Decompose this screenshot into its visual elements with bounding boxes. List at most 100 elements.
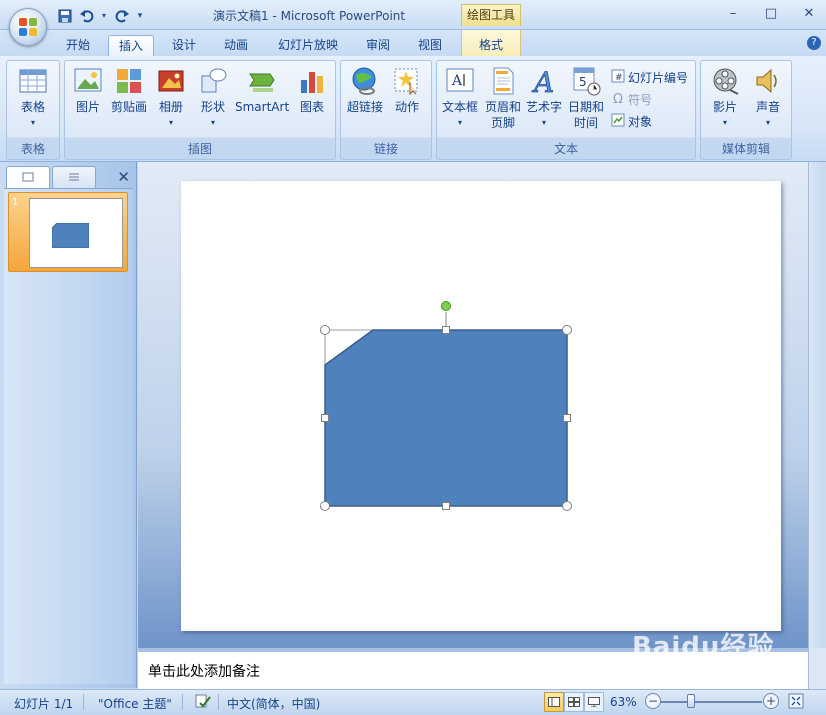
object-label: 对象	[628, 114, 653, 129]
shapes-button[interactable]: 形状 ▾	[193, 64, 233, 131]
wordart-icon: A	[529, 66, 559, 100]
header-footer-label-2: 页脚	[490, 116, 515, 130]
sound-button[interactable]: 声音 ▾	[749, 64, 787, 131]
date-time-button[interactable]: 5 日期和 时间	[565, 64, 607, 131]
slides-tab-icon	[22, 171, 34, 185]
rotation-handle[interactable]	[441, 301, 451, 311]
slide-number-button[interactable]: # 幻灯片编号	[611, 67, 688, 87]
watermark: Baidu经验	[632, 632, 775, 662]
minimize-button[interactable]: –	[724, 5, 742, 23]
slide-number-icon: #	[611, 69, 625, 86]
save-icon[interactable]	[56, 7, 73, 24]
status-divider	[83, 694, 84, 710]
group-illustrations-label: 插图	[187, 142, 212, 156]
text-box-button[interactable]: A 文本框 ▾	[439, 64, 481, 131]
title-bar: ▾ ▾ 演示文稿1 - Microsoft PowerPoint 绘图工具 – …	[0, 0, 826, 46]
header-footer-button[interactable]: 页眉和 页脚	[483, 64, 523, 131]
picture-label: 图片	[75, 100, 100, 114]
undo-dropdown-icon[interactable]: ▾	[100, 7, 108, 24]
date-time-label-1: 日期和	[567, 100, 604, 114]
text-box-icon: A	[445, 66, 475, 96]
svg-text:#: #	[615, 73, 623, 83]
slide-canvas[interactable]	[181, 181, 781, 631]
language-indicator[interactable]: 中文(简体，中国)	[227, 695, 320, 712]
help-icon[interactable]: ?	[807, 36, 821, 50]
tab-review[interactable]: 审阅	[356, 35, 400, 56]
svg-text:5: 5	[579, 75, 587, 89]
smartart-label: SmartArt	[235, 100, 290, 114]
picture-button[interactable]: 图片	[71, 64, 105, 115]
spelling-check-icon[interactable]	[194, 693, 212, 714]
resize-handle-bottom[interactable]	[442, 502, 450, 510]
resize-handle-bottom-left[interactable]	[320, 501, 330, 511]
svg-text:A: A	[531, 66, 554, 96]
normal-view-icon[interactable]	[544, 692, 564, 712]
tab-format[interactable]: 格式	[461, 30, 521, 56]
object-button[interactable]: 对象	[611, 111, 652, 131]
wordart-label: 艺术字	[525, 100, 562, 114]
slide-counter: 幻灯片 1/1	[14, 697, 74, 711]
slide-show-view-icon[interactable]	[584, 692, 604, 712]
chart-button[interactable]: 图表	[293, 64, 331, 115]
office-button[interactable]	[9, 8, 47, 46]
tab-home[interactable]: 开始	[56, 35, 100, 56]
hyperlink-button[interactable]: 超链接	[345, 64, 385, 115]
snipped-rectangle-shape[interactable]	[324, 329, 568, 507]
resize-handle-bottom-right[interactable]	[562, 501, 572, 511]
tab-slide-show[interactable]: 幻灯片放映	[268, 35, 348, 56]
movie-button[interactable]: 影片 ▾	[705, 64, 745, 131]
wordart-button[interactable]: A 艺术字 ▾	[523, 64, 565, 131]
tab-view[interactable]: 视图	[408, 35, 452, 56]
tab-insert[interactable]: 插入	[108, 35, 154, 56]
resize-handle-top-right[interactable]	[562, 325, 572, 335]
date-time-label-2: 时间	[573, 116, 598, 130]
resize-handle-top[interactable]	[442, 326, 450, 334]
notes-scrollbar[interactable]	[808, 648, 826, 689]
clip-art-label: 剪贴画	[110, 100, 147, 114]
text-box-dropdown-icon: ▾	[457, 118, 462, 127]
redo-icon[interactable]	[113, 7, 130, 24]
table-dropdown-icon: ▾	[30, 118, 35, 127]
zoom-out-icon[interactable]: −	[645, 693, 661, 709]
smartart-icon	[247, 66, 277, 96]
action-button[interactable]: 动作	[389, 64, 425, 115]
clip-art-button[interactable]: 剪贴画	[109, 64, 149, 115]
tab-design[interactable]: 设计	[162, 35, 206, 56]
outline-tab[interactable]	[52, 166, 96, 188]
photo-album-icon	[156, 66, 186, 96]
object-icon	[611, 113, 625, 130]
slide-thumbnail[interactable]: 1	[8, 192, 128, 272]
zoom-in-icon[interactable]: +	[763, 693, 779, 709]
undo-icon[interactable]	[78, 7, 95, 24]
wordart-dropdown-icon: ▾	[541, 118, 546, 127]
customize-qat-icon[interactable]: ▾	[135, 7, 145, 24]
vertical-scrollbar[interactable]	[808, 162, 826, 648]
resize-handle-left[interactable]	[321, 414, 329, 422]
theme-name[interactable]: "Office 主题"	[98, 695, 172, 712]
slides-tab[interactable]	[6, 166, 50, 188]
resize-handle-right[interactable]	[563, 414, 571, 422]
group-text: A 文本框 ▾ 页眉和 页脚 A 艺术字 ▾ 5 日期和 时间 # 幻灯片编号 …	[436, 60, 696, 160]
slide-sorter-view-icon[interactable]	[564, 692, 584, 712]
chart-label: 图表	[299, 100, 324, 114]
zoom-percent[interactable]: 63%	[610, 695, 637, 709]
close-button[interactable]: ✕	[800, 5, 818, 23]
window-title: 演示文稿1 - Microsoft PowerPoint	[213, 9, 406, 23]
fit-to-window-icon[interactable]	[788, 693, 804, 712]
thumbnail-list: 1	[4, 188, 133, 684]
movie-dropdown-icon: ▾	[722, 118, 727, 127]
photo-album-button[interactable]: 相册 ▾	[153, 64, 189, 131]
symbol-button[interactable]: Ω 符号	[611, 89, 652, 109]
close-pane-icon[interactable]: ✕	[117, 168, 130, 186]
thumbnail-shape	[52, 223, 89, 248]
resize-handle-top-left[interactable]	[320, 325, 330, 335]
film-reel-icon	[710, 66, 740, 96]
smartart-button[interactable]: SmartArt	[235, 64, 289, 115]
table-icon	[18, 66, 48, 96]
zoom-slider-thumb[interactable]	[687, 694, 695, 708]
zoom-slider[interactable]	[660, 701, 762, 703]
table-button[interactable]: 表格 ▾	[13, 64, 53, 131]
tab-animations[interactable]: 动画	[214, 35, 258, 56]
group-media: 影片 ▾ 声音 ▾ 媒体剪辑	[700, 60, 792, 160]
maximize-button[interactable]: □	[762, 5, 780, 23]
